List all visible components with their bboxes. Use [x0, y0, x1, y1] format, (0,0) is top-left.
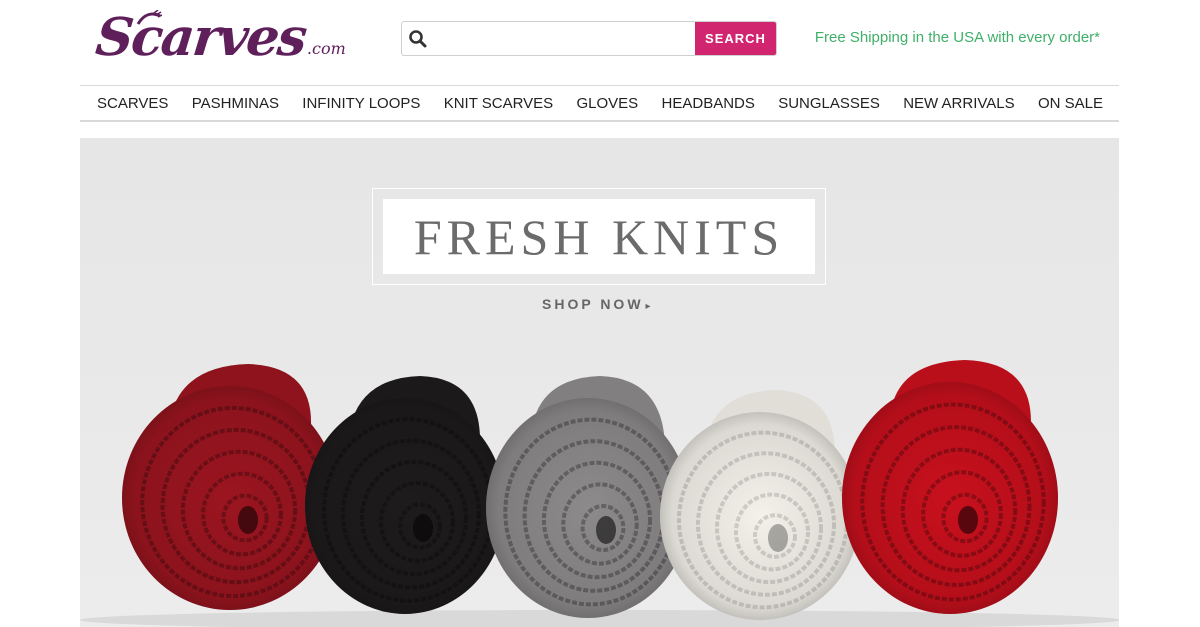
nav-item-pashminas[interactable]: PASHMINAS [192, 95, 279, 112]
nav-item-sunglasses[interactable]: SUNGLASSES [778, 95, 880, 112]
site-logo[interactable]: Scarves .com [92, 4, 361, 68]
scarf-shading [842, 382, 1058, 614]
search-button[interactable]: SEARCH [695, 22, 776, 55]
scarf-roll-black [305, 376, 505, 614]
scarf-roll-burgundy [122, 364, 338, 610]
scarf-shading [486, 398, 690, 618]
rolled-scarves-image [80, 360, 1119, 627]
search-bar: SEARCH [401, 21, 777, 56]
shop-now-link[interactable]: SHOP NOW ▸ [542, 296, 654, 312]
hero-banner[interactable]: FRESH KNITS SHOP NOW ▸ [80, 138, 1119, 627]
scarf-roll-ivory [660, 390, 860, 620]
nav-item-new-arrivals[interactable]: NEW ARRIVALS [903, 95, 1014, 112]
scarf-roll-red [842, 360, 1058, 614]
logo-wordmark: Scarves [92, 7, 309, 68]
main-nav: SCARVES PASHMINAS INFINITY LOOPS KNIT SC… [80, 85, 1119, 122]
site-header: Scarves .com SEARCH Free Shipping in the… [0, 0, 1200, 84]
nav-item-knit-scarves[interactable]: KNIT SCARVES [444, 95, 553, 112]
free-shipping-notice: Free Shipping in the USA with every orde… [814, 29, 1100, 46]
nav-item-headbands[interactable]: HEADBANDS [662, 95, 755, 112]
scarf-roll-gray [486, 376, 690, 618]
nav-item-infinity-loops[interactable]: INFINITY LOOPS [302, 95, 420, 112]
scarf-shading [660, 412, 860, 620]
triangle-right-icon: ▸ [645, 301, 654, 312]
search-icon [409, 30, 427, 48]
nav-item-on-sale[interactable]: ON SALE [1038, 95, 1103, 112]
logo-tld: .com [306, 39, 346, 58]
search-input[interactable] [432, 22, 696, 55]
hero-title: FRESH KNITS [413, 208, 785, 265]
scarf-shading [305, 398, 505, 614]
hero-title-box: FRESH KNITS [383, 199, 815, 274]
nav-item-scarves[interactable]: SCARVES [97, 95, 168, 112]
nav-item-gloves[interactable]: GLOVES [577, 95, 639, 112]
shop-now-label: SHOP NOW [542, 296, 644, 312]
